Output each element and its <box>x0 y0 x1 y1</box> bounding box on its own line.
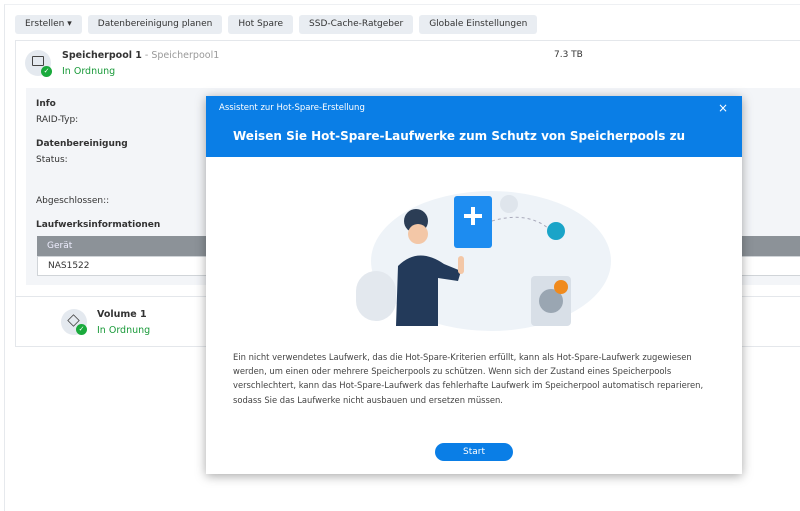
storage-pool-icon: ✓ <box>25 50 52 77</box>
scrub-heading: Datenbereinigung <box>36 139 128 149</box>
dialog-header: Assistent zur Hot-Spare-Erstellung × Wei… <box>206 96 742 157</box>
global-settings-button[interactable]: Globale Einstellungen <box>419 15 538 34</box>
create-button[interactable]: Erstellen ▾ <box>15 15 82 34</box>
hot-spare-illustration-icon <box>356 191 611 331</box>
pool-name: Speicherpool 1 <box>62 50 142 61</box>
ssd-cache-advisor-button[interactable]: SSD-Cache-Ratgeber <box>299 15 414 34</box>
hot-spare-wizard-dialog: Assistent zur Hot-Spare-Erstellung × Wei… <box>206 96 742 474</box>
create-label: Erstellen <box>25 19 65 29</box>
dialog-title: Weisen Sie Hot-Spare-Laufwerke zum Schut… <box>233 129 686 143</box>
drive-info-heading: Laufwerksinformationen <box>36 220 161 230</box>
schedule-scrub-button[interactable]: Datenbereinigung planen <box>87 15 223 34</box>
pool-status: In Ordnung <box>62 66 116 77</box>
caret-down-icon: ▾ <box>67 19 72 29</box>
dialog-window-title: Assistent zur Hot-Spare-Erstellung <box>219 103 365 113</box>
volume-icon: ✓ <box>61 309 87 335</box>
check-icon: ✓ <box>41 66 52 77</box>
check-icon: ✓ <box>76 324 87 335</box>
pool-title[interactable]: Speicherpool 1 - Speicherpool1 <box>62 50 219 61</box>
volume-name[interactable]: Volume 1 <box>97 309 147 320</box>
volume-status: In Ordnung <box>97 325 151 336</box>
scrub-status-label: Status: <box>36 155 68 165</box>
pool-size: 7.3 TB <box>554 50 583 60</box>
completed-label: Abgeschlossen:: <box>36 196 110 206</box>
close-icon[interactable]: × <box>718 101 728 115</box>
toolbar: Erstellen ▾ Datenbereinigung planen Hot … <box>15 15 538 34</box>
info-heading: Info <box>36 99 56 109</box>
pool-separator: - <box>141 50 152 61</box>
start-button[interactable]: Start <box>435 443 513 461</box>
pool-subname: Speicherpool1 <box>151 50 220 61</box>
dialog-description: Ein nicht verwendetes Laufwerk, das die … <box>233 352 704 405</box>
hot-spare-button[interactable]: Hot Spare <box>228 15 294 34</box>
raid-type-label: RAID-Typ: <box>36 115 79 125</box>
